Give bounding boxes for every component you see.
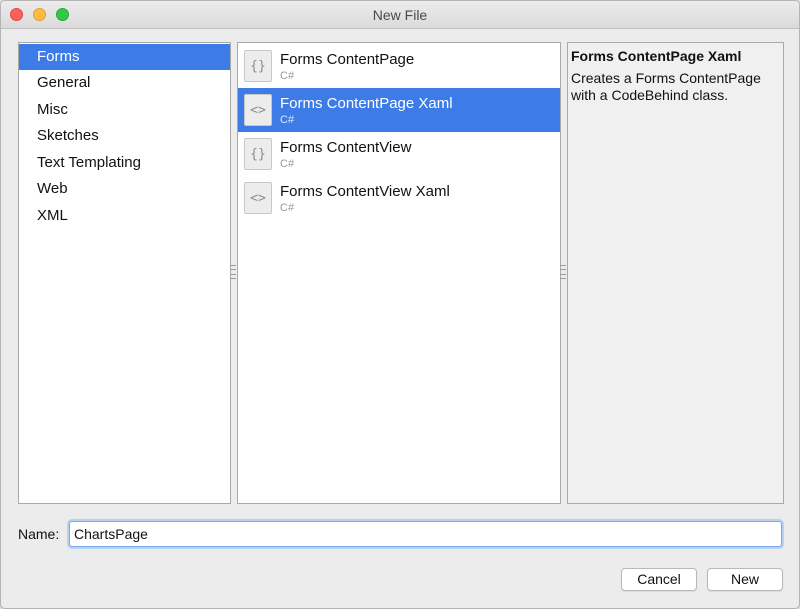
description-title: Forms ContentPage Xaml — [571, 48, 742, 64]
category-item-general[interactable]: General — [19, 70, 230, 96]
splitter-handle[interactable] — [231, 265, 236, 279]
template-language: C# — [280, 158, 295, 170]
template-language: C# — [280, 70, 295, 82]
braces-file-icon: {} — [244, 50, 272, 82]
description-text: Creates a Forms ContentPage with a CodeB… — [571, 70, 761, 103]
new-button[interactable]: New — [707, 568, 783, 591]
splitter-handle[interactable] — [561, 265, 566, 279]
title-bar[interactable]: New File — [1, 1, 799, 29]
new-file-dialog: New File Forms General Misc Sketches Tex… — [0, 0, 800, 609]
template-language: C# — [280, 114, 295, 126]
xml-file-icon: <> — [244, 94, 272, 126]
template-name: Forms ContentView — [280, 139, 412, 156]
template-name: Forms ContentPage Xaml — [280, 95, 453, 112]
category-item-web[interactable]: Web — [19, 176, 230, 202]
category-item-sketches[interactable]: Sketches — [19, 123, 230, 149]
category-list[interactable]: Forms General Misc Sketches Text Templat… — [18, 42, 231, 504]
template-language: C# — [280, 202, 295, 214]
template-name: Forms ContentPage — [280, 51, 415, 68]
template-item-forms-contentpage-xaml[interactable]: <> Forms ContentPage Xaml C# — [238, 88, 560, 132]
window-title: New File — [372, 7, 428, 23]
name-input[interactable] — [69, 521, 782, 547]
description-panel: Forms ContentPage Xaml Creates a Forms C… — [567, 42, 784, 504]
template-item-forms-contentview[interactable]: {} Forms ContentView C# — [238, 132, 560, 176]
template-list[interactable]: {} Forms ContentPage C# <> Forms Content… — [237, 42, 561, 504]
braces-file-icon: {} — [244, 138, 272, 170]
cancel-button[interactable]: Cancel — [621, 568, 697, 591]
xml-file-icon: <> — [244, 182, 272, 214]
template-item-forms-contentpage[interactable]: {} Forms ContentPage C# — [238, 44, 560, 88]
category-item-forms[interactable]: Forms — [19, 44, 230, 70]
category-item-xml[interactable]: XML — [19, 203, 230, 229]
category-item-misc[interactable]: Misc — [19, 97, 230, 123]
template-name: Forms ContentView Xaml — [280, 183, 450, 200]
name-label: Name: — [18, 526, 60, 542]
template-item-forms-contentview-xaml[interactable]: <> Forms ContentView Xaml C# — [238, 176, 560, 220]
category-item-text-templating[interactable]: Text Templating — [19, 150, 230, 176]
